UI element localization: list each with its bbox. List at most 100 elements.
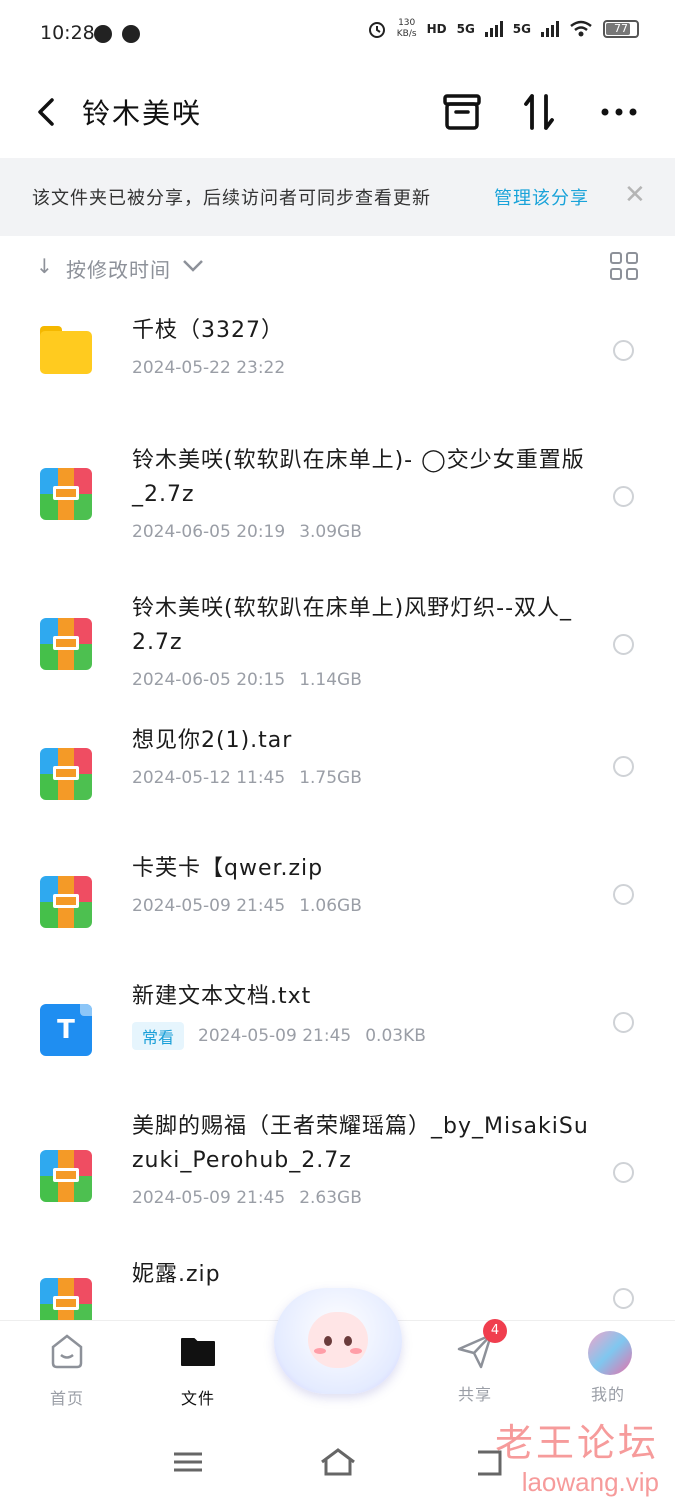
avatar-wrap — [588, 1331, 632, 1375]
file-date: 2024-05-09 21:45 — [132, 896, 286, 916]
file-date: 2024-06-05 20:19 — [132, 522, 286, 542]
file-name: 千枝（3327） — [132, 318, 284, 343]
file-meta: 2024-05-09 21:45 1.06GB — [132, 896, 362, 916]
sort-row: ↓ 按修改时间 — [0, 236, 675, 296]
archive-file-icon — [40, 1150, 92, 1202]
close-icon[interactable]: ✕ — [624, 180, 646, 210]
tab-files[interactable]: 文件 — [153, 1331, 243, 1409]
watermark-url: laowang.vip — [521, 1467, 659, 1497]
text-file-icon: T — [40, 1004, 92, 1056]
file-name: 美脚的赐福（王者荣耀瑶篇）_by_MisakiSuzuki_Perohub_2.… — [132, 1114, 589, 1173]
wifi-icon — [570, 20, 592, 37]
folder-icon — [40, 326, 92, 378]
archive-file-icon — [40, 618, 92, 670]
list-item[interactable]: 千枝（3327） 2024-05-22 23:22 — [0, 296, 675, 418]
more-icon[interactable] — [597, 90, 641, 134]
file-meta: 2024-06-05 20:19 3.09GB — [132, 522, 362, 542]
select-radio[interactable] — [613, 1012, 634, 1033]
watermark-title: 老王论坛 — [494, 1421, 659, 1465]
net-speed-unit: KB/s — [396, 29, 417, 39]
archive-box-icon[interactable] — [440, 90, 484, 134]
watermark: 老王论坛 laowang.vip — [484, 1412, 659, 1498]
archive-file-icon — [40, 468, 92, 520]
net-speed-value: 130 — [398, 18, 416, 28]
sort-dropdown[interactable]: 按修改时间 — [66, 254, 171, 283]
select-radio[interactable] — [613, 884, 634, 905]
battery-icon: 77 — [603, 20, 639, 38]
file-name: 铃木美咲(软软趴在床单上)- ◯交少女重置版_2.7z — [132, 448, 585, 507]
select-radio[interactable] — [613, 486, 634, 507]
frequent-badge: 常看 — [132, 1022, 185, 1050]
select-radio[interactable] — [613, 634, 634, 655]
file-list: 千枝（3327） 2024-05-22 23:22 铃木美咲(软软趴在床单上)-… — [0, 296, 675, 1334]
share-count-badge: 4 — [483, 1319, 507, 1343]
manage-share-link[interactable]: 管理该分享 — [494, 184, 589, 210]
file-date: 2024-05-09 21:45 — [198, 1026, 352, 1046]
file-meta: 常看 2024-05-09 21:45 0.03KB — [132, 1022, 426, 1050]
archive-file-icon — [40, 876, 92, 928]
select-radio[interactable] — [613, 1162, 634, 1183]
file-size: 2.63GB — [299, 1188, 362, 1208]
file-meta: 2024-06-05 20:15 1.14GB — [132, 670, 362, 690]
mascot-assistant-button[interactable] — [268, 1282, 408, 1400]
tab-home-label: 首页 — [49, 1389, 84, 1408]
file-size: 1.06GB — [299, 896, 362, 916]
select-radio[interactable] — [613, 756, 634, 777]
menu-icon[interactable] — [168, 1446, 208, 1478]
battery-level: 77 — [614, 22, 628, 35]
sort-swap-icon[interactable] — [518, 90, 562, 134]
signal-bars-1-icon — [484, 21, 503, 37]
page-title: 铃木美咲 — [82, 97, 203, 130]
share-banner: 该文件夹已被分享，后续访问者可同步查看更新 管理该分享 ✕ — [0, 158, 675, 236]
tab-me[interactable]: 我的 — [563, 1331, 653, 1405]
file-size: 3.09GB — [299, 522, 362, 542]
tab-me-label: 我的 — [590, 1385, 625, 1404]
tab-share[interactable]: 4 共享 — [430, 1319, 520, 1405]
status-app-icons — [94, 25, 140, 43]
play-icon — [122, 25, 140, 43]
file-name: 卡芙卡【qwer.zip — [132, 856, 324, 881]
signal-bars-2-icon — [541, 21, 559, 37]
tab-files-label: 文件 — [180, 1389, 215, 1408]
file-size: 1.75GB — [299, 768, 362, 788]
file-meta: 2024-05-22 23:22 — [132, 358, 285, 378]
status-right: 130 KB/s HD 5G 5G 77 — [367, 18, 639, 40]
sort-direction-icon[interactable]: ↓ — [36, 254, 53, 278]
alarm-icon — [368, 22, 385, 38]
file-date: 2024-05-22 23:22 — [132, 358, 286, 378]
file-size: 1.14GB — [299, 670, 362, 690]
share-banner-text: 该文件夹已被分享，后续访问者可同步查看更新 — [32, 188, 431, 209]
list-item[interactable]: 铃木美咲(软软趴在床单上)- ◯交少女重置版_2.7z 2024-06-05 2… — [0, 418, 675, 566]
net-speed: 130 KB/s — [397, 18, 417, 40]
avatar — [588, 1331, 632, 1375]
file-meta: 2024-05-09 21:45 2.63GB — [132, 1188, 362, 1208]
file-name: 想见你2(1).tar — [132, 728, 293, 753]
tab-home[interactable]: 首页 — [22, 1331, 112, 1409]
tab-share-label: 共享 — [457, 1385, 492, 1404]
status-bar: 10:28 130 KB/s HD 5G 5G 77 — [0, 0, 675, 70]
header: 铃木美咲 — [0, 70, 675, 158]
hd-indicator: HD — [426, 22, 447, 36]
file-date: 2024-06-05 20:15 — [132, 670, 286, 690]
select-radio[interactable] — [613, 1288, 634, 1309]
list-item[interactable]: 想见你2(1).tar 2024-05-12 11:45 1.75GB — [0, 714, 675, 842]
tiktok-icon — [94, 25, 112, 43]
home-icon[interactable] — [318, 1446, 358, 1478]
list-item[interactable]: 铃木美咲(软软趴在床单上)风野灯织--双人_2.7z 2024-06-05 20… — [0, 566, 675, 714]
back-icon[interactable] — [28, 92, 68, 132]
list-item[interactable]: 美脚的赐福（王者荣耀瑶篇）_by_MisakiSuzuki_Perohub_2.… — [0, 1098, 675, 1244]
file-name: 新建文本文档.txt — [132, 984, 312, 1009]
share-tab-icon-wrap: 4 — [455, 1319, 507, 1371]
select-radio[interactable] — [613, 340, 634, 361]
folder-icon — [181, 1338, 215, 1366]
file-name: 铃木美咲(软软趴在床单上)风野灯织--双人_2.7z — [132, 596, 573, 655]
chevron-down-icon[interactable] — [180, 254, 206, 276]
list-item[interactable]: T 新建文本文档.txt 常看 2024-05-09 21:45 0.03KB — [0, 970, 675, 1098]
list-item[interactable]: 卡芙卡【qwer.zip 2024-05-09 21:45 1.06GB — [0, 842, 675, 970]
archive-file-icon — [40, 748, 92, 800]
file-date: 2024-05-09 21:45 — [132, 1188, 286, 1208]
file-meta: 2024-05-12 11:45 1.75GB — [132, 768, 362, 788]
file-size: 0.03KB — [365, 1026, 426, 1046]
grid-view-icon[interactable] — [610, 252, 638, 280]
signal-label-1: 5G — [456, 22, 475, 36]
